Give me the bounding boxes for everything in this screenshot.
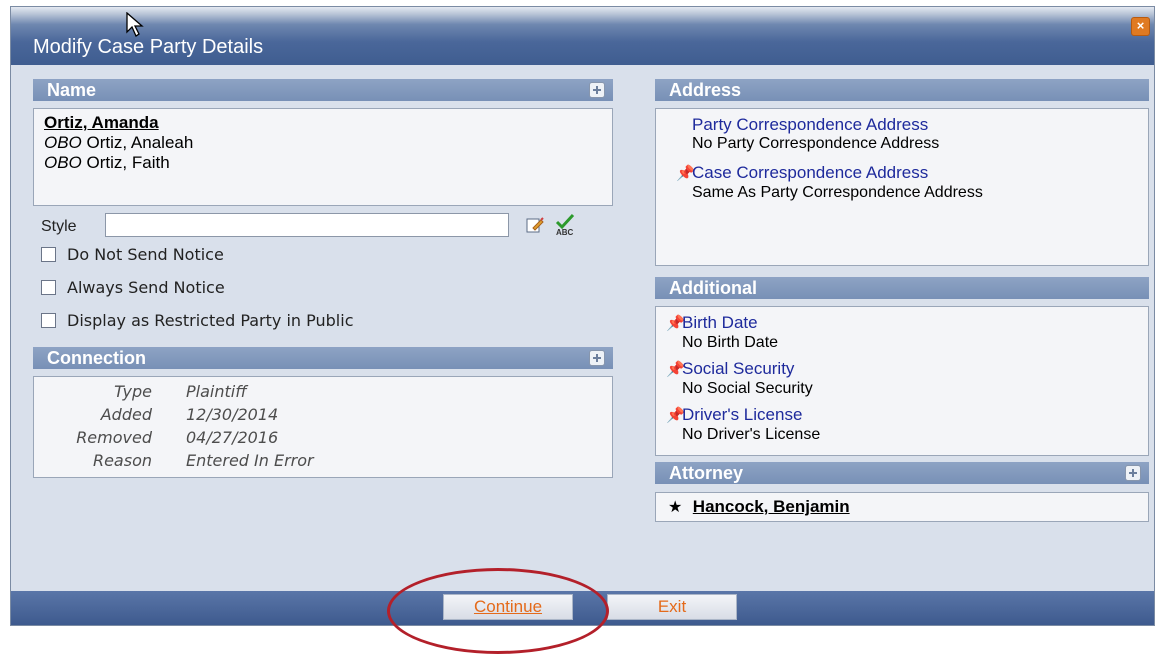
- connection-reason-value: Entered In Error: [186, 451, 314, 470]
- add-attorney-plus-icon[interactable]: [1125, 465, 1141, 481]
- case-correspondence-address-link[interactable]: Case Correspondence Address: [692, 163, 928, 182]
- attorney-panel-header: Attorney: [655, 462, 1149, 484]
- birth-date-link-row: 📌Birth Date: [666, 313, 1138, 334]
- connection-type-label: Type: [114, 382, 152, 401]
- connection-type-value: Plaintiff: [186, 382, 247, 401]
- connection-type-row: Type Plaintiff: [34, 382, 612, 405]
- case-correspondence-address-value: Same As Party Correspondence Address: [692, 184, 983, 201]
- primary-party-name[interactable]: Ortiz, Amanda: [44, 113, 602, 133]
- obo-prefix: OBO: [44, 133, 82, 152]
- social-security-link[interactable]: Social Security: [682, 359, 794, 378]
- restricted-party-label: Display as Restricted Party in Public: [67, 311, 354, 330]
- pushpin-icon: 📌: [666, 315, 685, 332]
- spellcheck-abc-icon[interactable]: ABC: [553, 213, 579, 237]
- name-header-label: Name: [47, 80, 97, 100]
- drivers-license-link-row: 📌Driver's License: [666, 405, 1138, 426]
- drivers-license-item: 📌Driver's License No Driver's License: [666, 405, 1138, 444]
- star-icon: ★: [668, 499, 683, 516]
- connection-reason-row: Reason Entered In Error: [34, 451, 612, 474]
- do-not-send-notice-label: Do Not Send Notice: [67, 245, 224, 264]
- connection-header-label: Connection: [47, 348, 146, 368]
- address-box: Party Correspondence Address No Party Co…: [655, 108, 1149, 266]
- edit-pencil-icon[interactable]: [525, 215, 545, 235]
- always-send-notice-label: Always Send Notice: [67, 278, 225, 297]
- address-header-label: Address: [669, 80, 742, 100]
- name-panel-header: Name: [33, 79, 613, 101]
- drivers-license-value: No Driver's License: [682, 426, 821, 443]
- party-address-item: Party Correspondence Address No Party Co…: [664, 115, 1140, 153]
- address-panel-header: Address: [655, 79, 1149, 101]
- party-correspondence-address-link[interactable]: Party Correspondence Address: [692, 115, 1140, 135]
- social-security-item: 📌Social Security No Social Security: [666, 359, 1138, 398]
- birth-date-link[interactable]: Birth Date: [682, 313, 758, 332]
- close-icon[interactable]: ×: [1131, 17, 1150, 36]
- exit-button-label: Exit: [657, 597, 687, 616]
- social-security-value: No Social Security: [682, 380, 813, 397]
- add-name-plus-icon[interactable]: [589, 82, 605, 98]
- social-security-link-row: 📌Social Security: [666, 359, 1138, 380]
- dialog-titlebar[interactable]: Modify Case Party Details ×: [11, 7, 1154, 65]
- additional-panel-header: Additional: [655, 277, 1149, 299]
- exit-button[interactable]: Exit: [607, 594, 737, 620]
- pushpin-icon: 📌: [666, 361, 685, 378]
- pushpin-icon: 📌: [666, 407, 685, 424]
- birth-date-item: 📌Birth Date No Birth Date: [666, 313, 1138, 352]
- attorney-name-link[interactable]: Hancock, Benjamin: [687, 497, 850, 516]
- pushpin-icon: 📌: [676, 165, 695, 182]
- dialog-title: Modify Case Party Details: [33, 36, 264, 58]
- connection-added-row: Added 12/30/2014: [34, 405, 612, 428]
- connection-reason-label: Reason: [92, 451, 152, 470]
- name-list-box: Ortiz, Amanda OBO Ortiz, Analeah OBO Ort…: [33, 108, 613, 206]
- connection-removed-row: Removed 04/27/2016: [34, 428, 612, 451]
- obo-prefix: OBO: [44, 153, 82, 172]
- do-not-send-notice-checkbox[interactable]: [41, 247, 56, 262]
- party-correspondence-address-value: No Party Correspondence Address: [692, 135, 940, 152]
- obo-name: Ortiz, Analeah: [86, 133, 194, 152]
- mouse-cursor-icon: [126, 11, 146, 43]
- connection-removed-value: 04/27/2016: [186, 428, 279, 447]
- continue-highlight-circle: [387, 568, 609, 654]
- case-address-link-row: 📌Case Correspondence Address: [676, 163, 1140, 184]
- attorney-box: ★ Hancock, Benjamin: [655, 492, 1149, 522]
- additional-box: 📌Birth Date No Birth Date 📌Social Securi…: [655, 306, 1149, 456]
- birth-date-value: No Birth Date: [682, 334, 779, 351]
- style-row: Style ABC: [41, 213, 601, 243]
- add-connection-plus-icon[interactable]: [589, 350, 605, 366]
- obo-name-row: OBO Ortiz, Faith: [44, 153, 602, 173]
- case-address-item: 📌Case Correspondence Address Same As Par…: [664, 163, 1140, 202]
- drivers-license-link[interactable]: Driver's License: [682, 405, 802, 424]
- connection-details-box: Type Plaintiff Added 12/30/2014 Removed 04/…: [33, 376, 613, 478]
- additional-header-label: Additional: [669, 278, 757, 298]
- svg-text:ABC: ABC: [556, 228, 574, 237]
- restricted-party-checkbox[interactable]: [41, 313, 56, 328]
- modify-case-party-dialog: Modify Case Party Details × Name Ortiz, …: [10, 6, 1155, 626]
- obo-name: Ortiz, Faith: [86, 153, 170, 172]
- connection-added-label: Added: [100, 405, 152, 424]
- style-label: Style: [41, 218, 77, 235]
- connection-added-value: 12/30/2014: [186, 405, 279, 424]
- style-input[interactable]: [105, 213, 509, 237]
- connection-panel-header: Connection: [33, 347, 613, 369]
- connection-removed-label: Removed: [76, 428, 152, 447]
- obo-name-row: OBO Ortiz, Analeah: [44, 133, 602, 153]
- attorney-header-label: Attorney: [669, 463, 744, 483]
- always-send-notice-checkbox[interactable]: [41, 280, 56, 295]
